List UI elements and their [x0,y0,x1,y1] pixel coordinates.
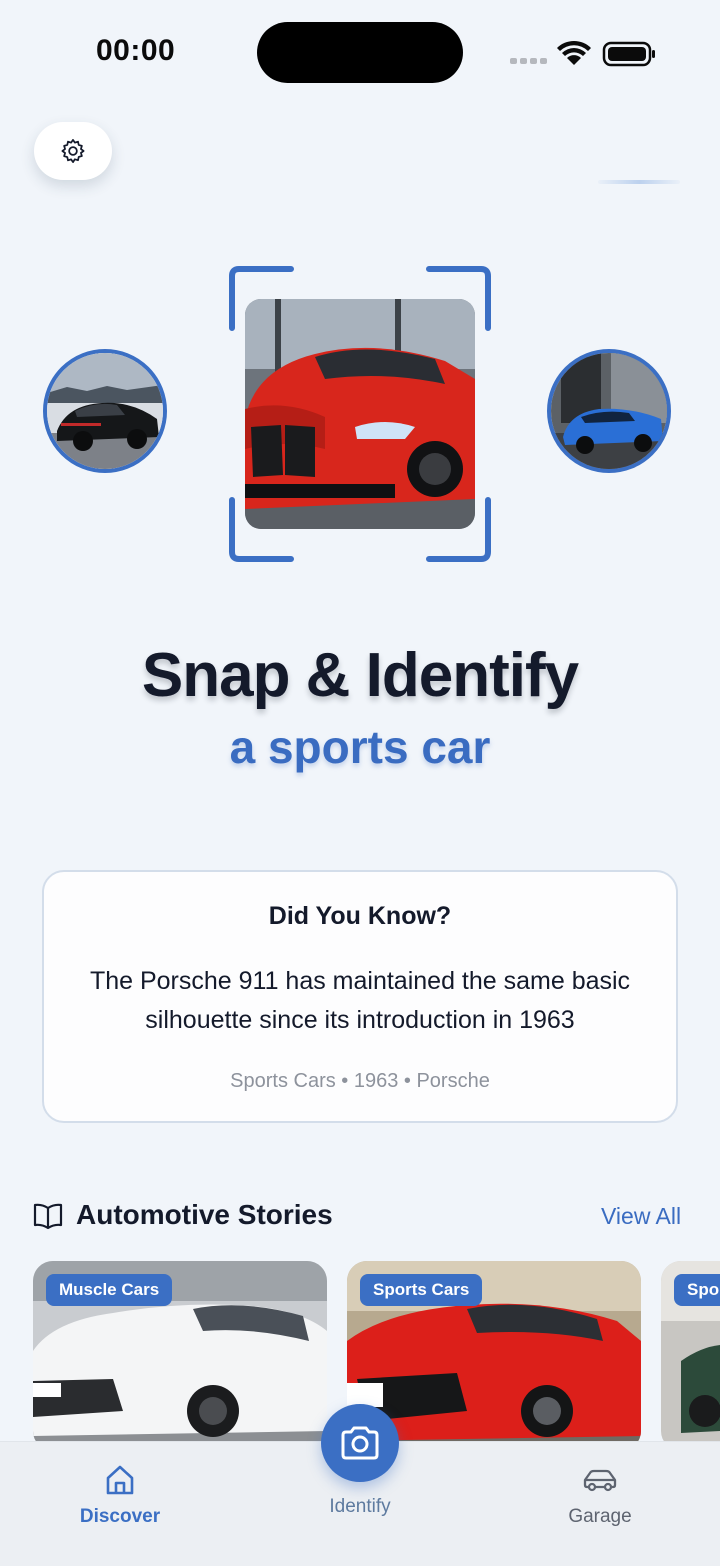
dynamic-island [257,22,463,83]
home-icon [106,1465,134,1495]
story-card-muscle-cars[interactable]: Muscle Cars [33,1261,327,1451]
camera-icon [341,1426,379,1460]
car-photo-main[interactable] [245,299,475,529]
stories-heading: Automotive Stories [76,1199,333,1230]
status-time: 00:00 [96,34,176,67]
hero-title: Snap & Identify [141,641,579,710]
car-thumbnail-right[interactable] [547,349,671,473]
story-card-partial[interactable]: Spo [661,1261,720,1451]
car-photo [551,353,667,469]
view-all-link[interactable]: View All [601,1203,681,1230]
hero-subtitle: a sports car [229,721,491,773]
decorative-line [598,180,680,184]
battery-icon [602,41,655,67]
identify-camera-button[interactable] [321,1404,399,1482]
nav-identify-label[interactable]: Identify [280,1496,440,1518]
story-badge: Spo [674,1274,720,1306]
wifi-icon [557,40,591,65]
fact-text: The Porsche 911 has maintained the same … [89,967,631,1034]
nav-discover-label: Discover [79,1506,161,1527]
nav-garage-label: Garage [568,1506,632,1527]
fact-meta: Sports Cars • 1963 • Porsche [230,1070,490,1092]
fact-heading: Did You Know? [268,902,452,930]
story-badge: Muscle Cars [46,1274,173,1306]
status-icons [510,40,655,67]
car-photo [245,299,475,529]
nav-garage[interactable]: Garage [520,1463,680,1528]
fact-card: Did You Know? The Porsche 911 has mainta… [42,870,678,1123]
settings-button[interactable] [34,122,112,180]
book-open-icon [33,1203,63,1230]
gear-icon [61,139,85,163]
car-icon [583,1469,617,1492]
nav-discover[interactable]: Discover [40,1463,200,1528]
car-thumbnail-left[interactable] [43,349,167,473]
cellular-icon [510,58,547,64]
car-photo [47,353,163,469]
story-badge: Sports Cars [360,1274,483,1306]
